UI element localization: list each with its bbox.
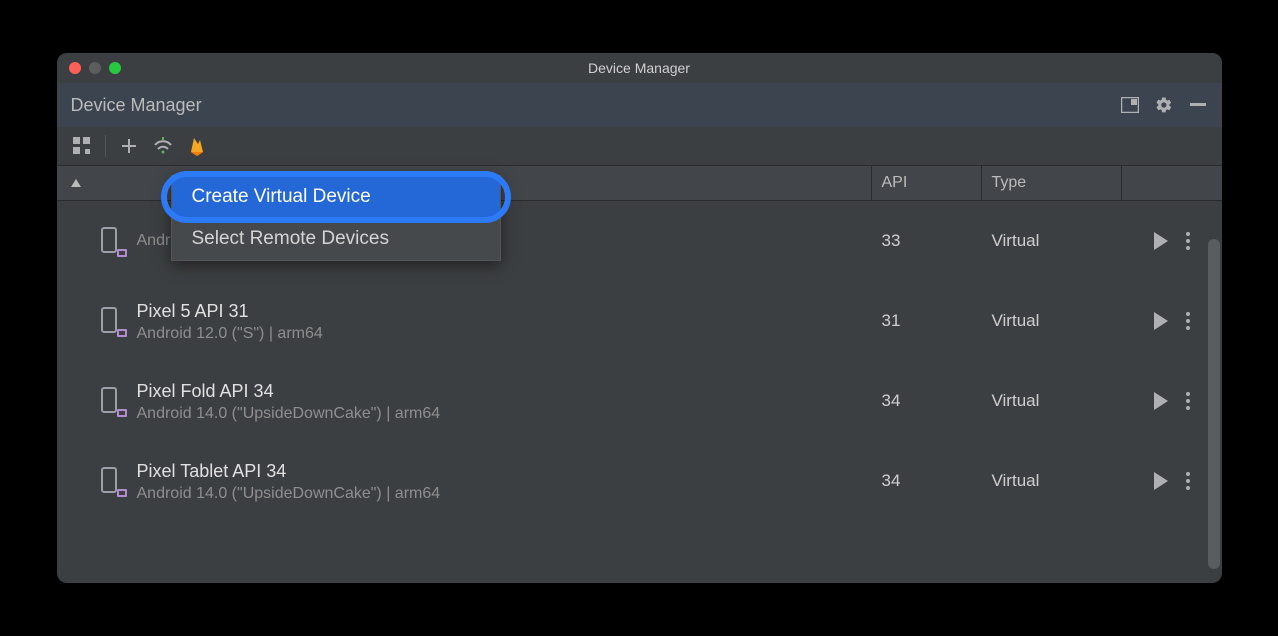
- run-device-button[interactable]: [1154, 392, 1168, 410]
- device-more-button[interactable]: [1186, 392, 1190, 410]
- column-header-type[interactable]: Type: [982, 166, 1122, 200]
- phone-icon: [101, 387, 123, 415]
- column-header-api[interactable]: API: [872, 166, 982, 200]
- device-api: 34: [872, 361, 982, 441]
- device-name: Pixel Fold API 34: [137, 379, 441, 404]
- titlebar: Device Manager: [57, 53, 1222, 83]
- add-device-button[interactable]: [114, 131, 144, 161]
- pair-wifi-button[interactable]: [148, 131, 178, 161]
- panel-title: Device Manager: [71, 95, 202, 116]
- window-title: Device Manager: [57, 60, 1222, 76]
- table-row[interactable]: Pixel Fold API 34 Android 14.0 ("UpsideD…: [57, 361, 1222, 441]
- hide-panel-button[interactable]: [1184, 91, 1212, 119]
- phone-icon: [101, 307, 123, 335]
- zoom-window-button[interactable]: [109, 62, 121, 74]
- menu-item-select-remote-devices[interactable]: Select Remote Devices: [172, 218, 500, 260]
- table-row[interactable]: Pixel 5 API 31 Android 12.0 ("S") | arm6…: [57, 281, 1222, 361]
- phone-icon: [101, 467, 123, 495]
- window-presentation-button[interactable]: [1116, 91, 1144, 119]
- run-device-button[interactable]: [1154, 472, 1168, 490]
- device-name: Pixel 5 API 31: [137, 299, 323, 324]
- device-more-button[interactable]: [1186, 472, 1190, 490]
- toolbar-separator: [105, 135, 106, 157]
- device-name: Pixel Tablet API 34: [137, 459, 441, 484]
- add-device-dropdown: Create Virtual Device Select Remote Devi…: [171, 175, 501, 261]
- device-type: Virtual: [982, 281, 1122, 361]
- firebase-button[interactable]: [182, 131, 212, 161]
- toolbar: [57, 127, 1222, 165]
- device-more-button[interactable]: [1186, 232, 1190, 250]
- device-type: Virtual: [982, 201, 1122, 281]
- settings-button[interactable]: [1150, 91, 1178, 119]
- device-api: 34: [872, 441, 982, 521]
- device-detail: Android 14.0 ("UpsideDownCake") | arm64: [137, 485, 441, 503]
- run-device-button[interactable]: [1154, 232, 1168, 250]
- device-api: 31: [872, 281, 982, 361]
- grid-view-button[interactable]: [67, 131, 97, 161]
- menu-item-create-virtual-device[interactable]: Create Virtual Device: [172, 176, 500, 218]
- device-type: Virtual: [982, 361, 1122, 441]
- column-header-actions: [1122, 166, 1222, 200]
- device-detail: Android 12.0 ("S") | arm64: [137, 325, 323, 343]
- device-manager-window: Device Manager Device Manager: [57, 53, 1222, 583]
- device-detail: Android 14.0 ("UpsideDownCake") | arm64: [137, 405, 441, 423]
- minimize-window-button[interactable]: [89, 62, 101, 74]
- close-window-button[interactable]: [69, 62, 81, 74]
- table-row[interactable]: Pixel Tablet API 34 Android 14.0 ("Upsid…: [57, 441, 1222, 521]
- run-device-button[interactable]: [1154, 312, 1168, 330]
- device-api: 33: [872, 201, 982, 281]
- panel-header: Device Manager: [57, 83, 1222, 127]
- device-type: Virtual: [982, 441, 1122, 521]
- scrollbar-thumb[interactable]: [1208, 239, 1220, 569]
- sort-ascending-icon: [71, 179, 81, 187]
- phone-icon: [101, 227, 123, 255]
- window-controls: [69, 62, 121, 74]
- device-more-button[interactable]: [1186, 312, 1190, 330]
